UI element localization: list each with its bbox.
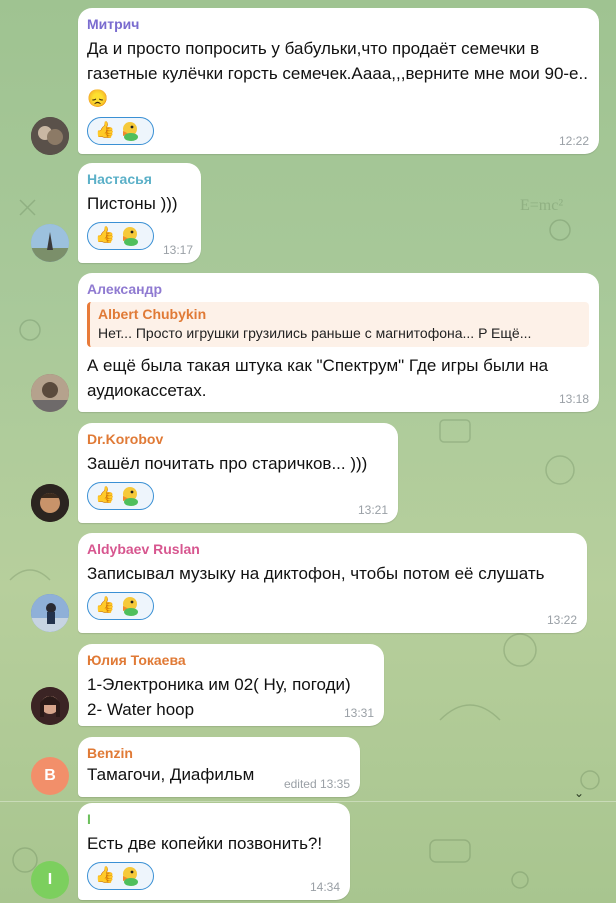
message-text-line-2: 2- Water hoop	[87, 700, 195, 719]
message-text: А ещё была такая штука как "Спектрум" Гд…	[87, 356, 549, 400]
message-bubble[interactable]: Benzin Тамагочи, Диафильм edited 13:35	[78, 737, 360, 797]
message-bubble[interactable]: Митрич Да и просто попросить у бабульки,…	[78, 8, 599, 154]
reactions: 👍	[87, 482, 388, 510]
avatar[interactable]	[31, 374, 69, 412]
message-text-line-1: 1-Электроника им 02( Ну, погоди)	[87, 675, 351, 694]
avatar[interactable]	[31, 224, 69, 262]
message-bubble[interactable]: I Есть две копейки позвонить?! 👍 14:34	[78, 803, 350, 900]
reply-text: Нет... Просто игрушки грузились раньше с…	[98, 325, 532, 341]
message-bubble[interactable]: Александр Albert Chubykin Нет... Просто …	[78, 273, 599, 412]
message-text: Зашёл почитать про старичков... )))	[87, 454, 368, 473]
message-time: edited 13:35	[283, 777, 350, 791]
duck-icon	[122, 227, 138, 246]
message-bubble[interactable]: Aldybaev Ruslan Записывал музыку на дикт…	[78, 533, 587, 633]
thumbs-up-icon: 👍	[95, 597, 115, 614]
message-time: 13:18	[558, 392, 589, 406]
avatar[interactable]	[31, 484, 69, 522]
reactions: 👍	[87, 592, 577, 620]
reply-author: Albert Chubykin	[98, 306, 207, 322]
reaction-chip[interactable]: 👍	[87, 482, 154, 510]
message-bubble[interactable]: Dr.Korobov Зашёл почитать про старичков.…	[78, 423, 398, 523]
message-bubble[interactable]: Настасья Пистоны ))) 👍 13:17	[78, 163, 201, 263]
avatar[interactable]	[31, 687, 69, 725]
message-text: Пистоны )))	[87, 194, 178, 213]
reaction-chip[interactable]: 👍	[87, 862, 154, 890]
author-name[interactable]: Александр	[87, 280, 589, 298]
avatar[interactable]	[31, 117, 69, 155]
message-time: 14:34	[309, 880, 340, 894]
author-name[interactable]: Benzin	[87, 744, 350, 762]
avatar[interactable]	[31, 594, 69, 632]
duck-icon	[122, 867, 138, 886]
avatar[interactable]: I	[31, 861, 69, 899]
duck-icon	[122, 122, 138, 141]
reactions: 👍	[87, 862, 340, 890]
thumbs-up-icon: 👍	[95, 122, 115, 139]
message-text: Да и просто попросить у бабульки,что про…	[87, 39, 588, 108]
message-time: 13:21	[357, 503, 388, 517]
reply-quote[interactable]: Albert Chubykin Нет... Просто игрушки гр…	[87, 302, 589, 347]
svg-text:E=mc²: E=mc²	[520, 197, 563, 214]
reactions: 👍	[87, 117, 589, 145]
author-name[interactable]: Настасья	[87, 170, 191, 188]
message-text: Записывал музыку на диктофон, чтобы пото…	[87, 564, 545, 583]
author-name[interactable]: Юлия Токаева	[87, 651, 374, 669]
unread-divider	[0, 801, 616, 802]
duck-icon	[122, 597, 138, 616]
reaction-chip[interactable]: 👍	[87, 117, 154, 145]
thumbs-up-icon: 👍	[95, 487, 115, 504]
duck-icon	[122, 487, 138, 506]
author-name[interactable]: I	[87, 810, 340, 828]
avatar[interactable]: B	[31, 757, 69, 795]
author-name[interactable]: Митрич	[87, 15, 589, 33]
thumbs-up-icon: 👍	[95, 227, 115, 244]
message-text: Есть две копейки позвонить?!	[87, 834, 323, 853]
message-time: 13:22	[546, 613, 577, 627]
reaction-chip[interactable]: 👍	[87, 592, 154, 620]
thumbs-up-icon: 👍	[95, 867, 115, 884]
author-name[interactable]: Dr.Korobov	[87, 430, 388, 448]
avatar-letter: I	[47, 871, 53, 888]
message-bubble[interactable]: Юлия Токаева 1-Электроника им 02( Ну, по…	[78, 644, 384, 726]
message-time: 12:22	[558, 134, 589, 148]
scroll-down-icon[interactable]: ⌄	[574, 786, 584, 800]
message-time: 13:31	[343, 706, 374, 720]
message-time: 13:17	[162, 243, 193, 257]
author-name[interactable]: Aldybaev Ruslan	[87, 540, 577, 558]
avatar-letter: B	[44, 767, 56, 784]
reaction-chip[interactable]: 👍	[87, 222, 154, 250]
